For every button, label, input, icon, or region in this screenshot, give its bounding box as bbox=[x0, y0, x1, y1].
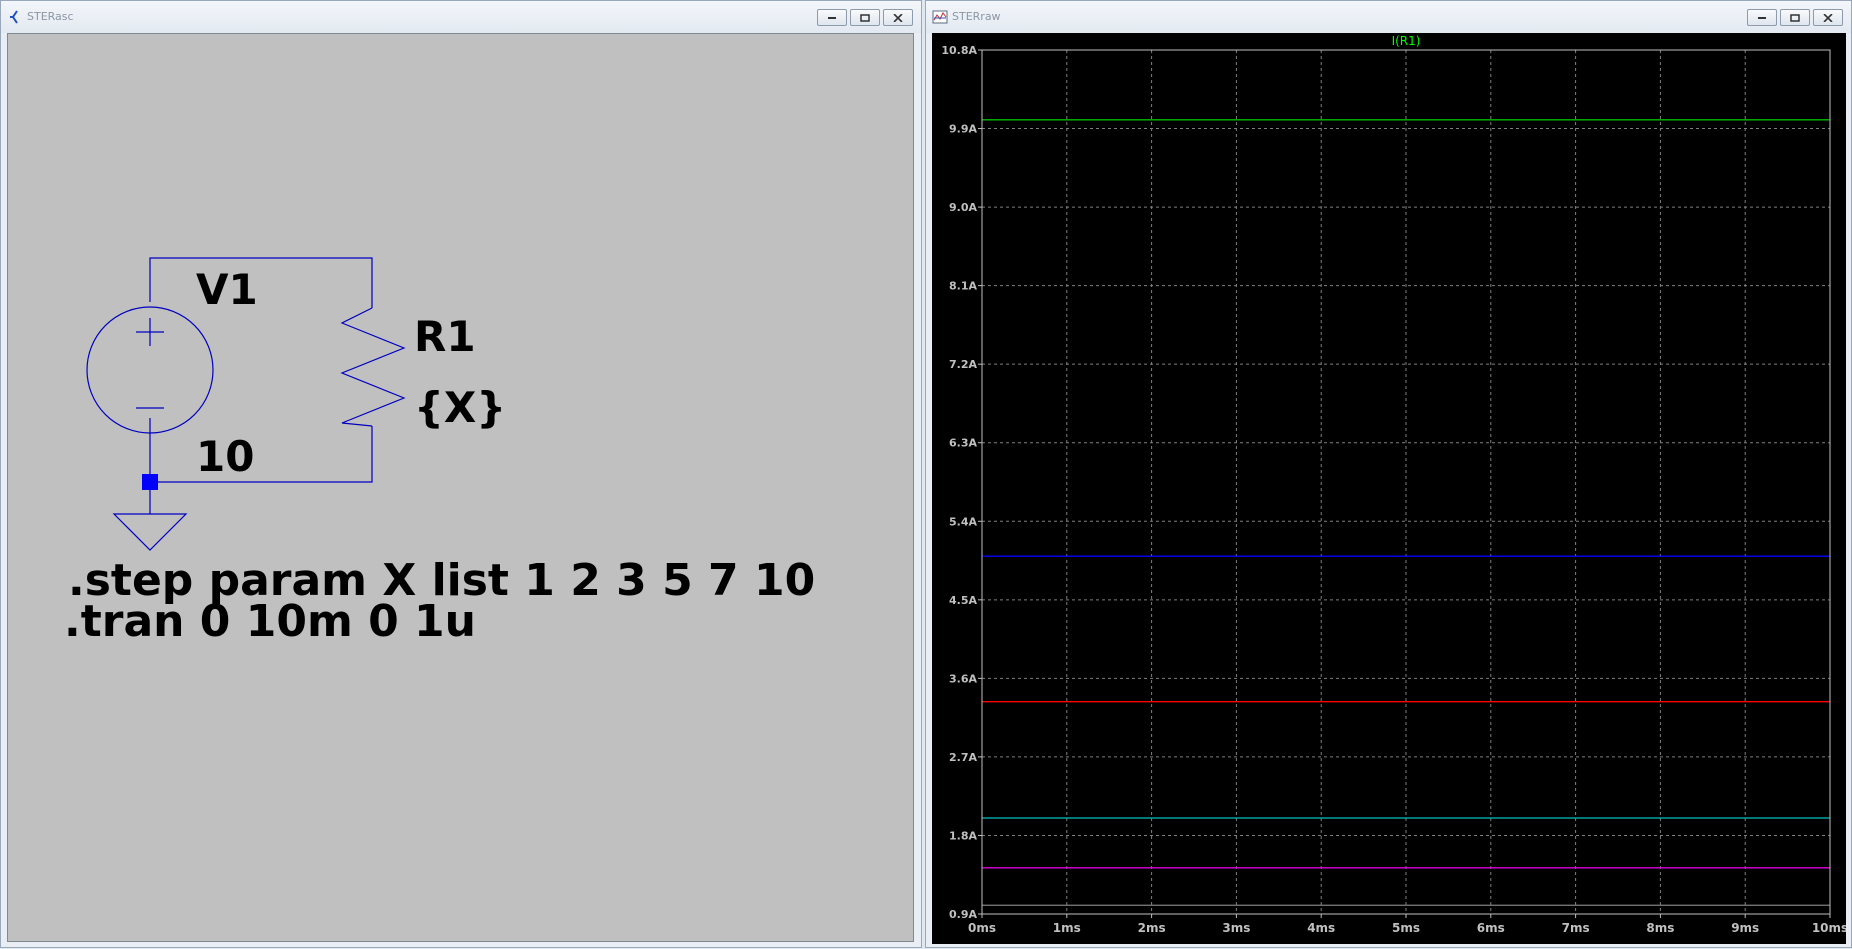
minimize-button[interactable] bbox=[1747, 9, 1777, 26]
tran-directive[interactable]: .tran 0 10m 0 1u bbox=[64, 596, 476, 647]
trace-label[interactable]: I(R1) bbox=[1392, 34, 1421, 48]
x-tick-label: 7ms bbox=[1562, 921, 1590, 935]
x-tick-label: 3ms bbox=[1222, 921, 1250, 935]
source-value[interactable]: 10 bbox=[196, 432, 254, 481]
y-tick-label: 4.5A bbox=[949, 594, 977, 607]
y-tick-label: 8.1A bbox=[949, 280, 977, 293]
x-tick-label: 0ms bbox=[968, 921, 996, 935]
waveform-titlebar[interactable]: STERraw bbox=[926, 1, 1851, 33]
y-tick-label: 2.7A bbox=[949, 751, 977, 764]
voltage-source-symbol[interactable] bbox=[86, 306, 214, 434]
ground-node-dot[interactable] bbox=[142, 474, 158, 490]
x-tick-label: 5ms bbox=[1392, 921, 1420, 935]
window-title: STERraw bbox=[952, 10, 1001, 23]
y-tick-label: 3.6A bbox=[949, 672, 977, 685]
resistor-label[interactable]: R1 bbox=[414, 312, 476, 361]
y-tick-label: 7.2A bbox=[949, 358, 977, 371]
x-tick-label: 8ms bbox=[1646, 921, 1674, 935]
close-icon bbox=[893, 13, 903, 22]
maximize-icon bbox=[860, 13, 870, 22]
x-tick-label: 4ms bbox=[1307, 921, 1335, 935]
y-tick-label: 10.8A bbox=[941, 44, 977, 57]
maximize-button[interactable] bbox=[850, 9, 880, 26]
maximize-button[interactable] bbox=[1780, 9, 1810, 26]
schematic-drawing[interactable]: V1 10 R1 {X} .step param X list 1 2 3 5 … bbox=[8, 34, 917, 945]
y-tick-label: 6.3A bbox=[949, 437, 977, 450]
ltspice-schematic-icon bbox=[10, 10, 18, 24]
top-wire[interactable] bbox=[149, 257, 373, 308]
close-icon bbox=[1823, 13, 1833, 22]
schematic-canvas[interactable]: V1 10 R1 {X} .step param X list 1 2 3 5 … bbox=[7, 33, 914, 942]
source-label[interactable]: V1 bbox=[196, 265, 258, 314]
y-tick-label: 1.8A bbox=[949, 829, 977, 842]
resistor-value[interactable]: {X} bbox=[414, 383, 506, 432]
bottom-wire[interactable] bbox=[149, 418, 373, 483]
x-tick-label: 6ms bbox=[1477, 921, 1505, 935]
y-tick-label: 0.9A bbox=[949, 908, 977, 921]
x-tick-label: 9ms bbox=[1731, 921, 1759, 935]
schematic-window: STERasc V1 10 R1 {X} .step param X list … bbox=[0, 0, 922, 948]
maximize-icon bbox=[1790, 13, 1800, 22]
schematic-titlebar[interactable]: STERasc bbox=[1, 1, 921, 33]
minimize-icon bbox=[828, 16, 836, 19]
resistor-symbol[interactable] bbox=[340, 307, 406, 427]
x-tick-label: 10ms bbox=[1812, 921, 1846, 935]
x-tick-label: 2ms bbox=[1138, 921, 1166, 935]
plot-pane[interactable]: 0ms 1ms 2ms 3ms 4ms 5ms 6ms 7ms 8ms 9ms 10ms 0.9A 1.… bbox=[932, 33, 1848, 944]
waveform-viewer-icon bbox=[932, 10, 948, 24]
y-tick-label: 9.9A bbox=[949, 123, 977, 136]
y-tick-label: 9.0A bbox=[949, 201, 977, 214]
close-button[interactable] bbox=[883, 9, 913, 26]
window-title: STERasc bbox=[27, 10, 74, 23]
ground-symbol[interactable] bbox=[112, 513, 188, 551]
x-tick-label: 1ms bbox=[1053, 921, 1081, 935]
waveform-window: STERraw 0ms 1ms 2ms 3ms 4ms 5ms 6ms 7ms 8ms 9ms 10… bbox=[925, 0, 1852, 948]
minimize-icon bbox=[1758, 16, 1766, 19]
close-button[interactable] bbox=[1813, 9, 1843, 26]
waveform-plot[interactable]: 0ms 1ms 2ms 3ms 4ms 5ms 6ms 7ms 8ms 9ms 10ms 0.9A 1.… bbox=[932, 33, 1848, 944]
y-tick-label: 5.4A bbox=[949, 515, 977, 528]
minimize-button[interactable] bbox=[817, 9, 847, 26]
